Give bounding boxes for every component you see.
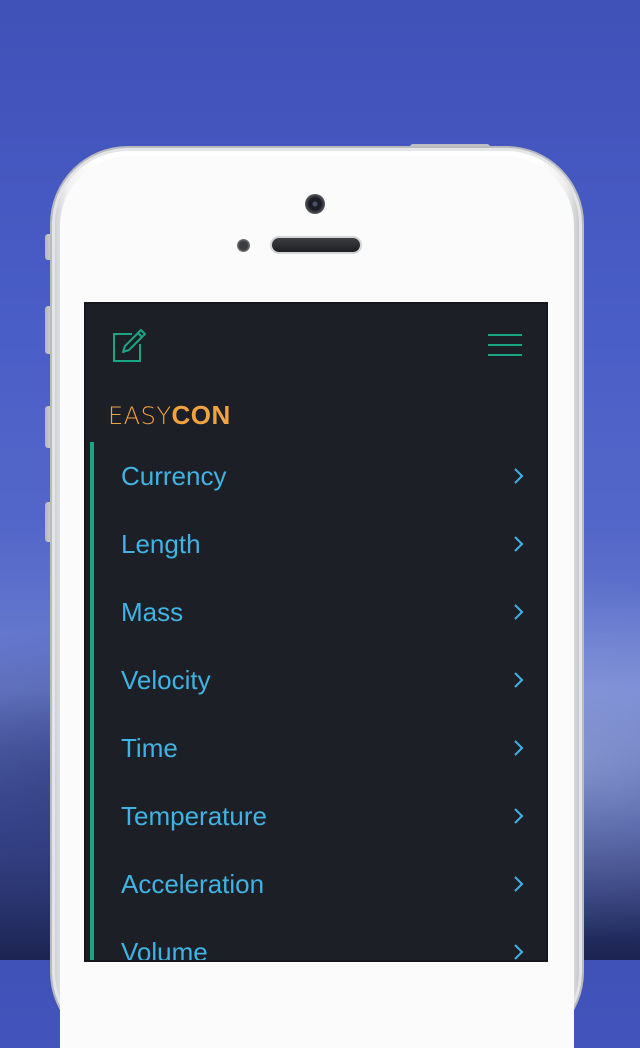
proximity-sensor bbox=[237, 239, 250, 252]
chevron-right-icon bbox=[512, 806, 526, 826]
chevron-right-icon bbox=[512, 738, 526, 758]
list-item-label: Volume bbox=[121, 936, 208, 961]
list-item-length[interactable]: Length bbox=[94, 510, 546, 578]
edit-icon[interactable] bbox=[110, 328, 146, 364]
unit-category-list: Currency Length Mass Velocity Time Tempe… bbox=[94, 442, 546, 960]
list-item-volume[interactable]: Volume bbox=[94, 918, 546, 960]
chevron-right-icon bbox=[512, 874, 526, 894]
list-item-label: Length bbox=[121, 528, 201, 559]
logo-con: CON bbox=[171, 400, 231, 430]
logo-easy: EASY bbox=[108, 402, 172, 430]
list-item-label: Mass bbox=[121, 596, 184, 627]
chevron-right-icon bbox=[512, 534, 526, 554]
list-item-temperature[interactable]: Temperature bbox=[94, 782, 546, 850]
list-item-currency[interactable]: Currency bbox=[94, 442, 546, 510]
list-item-label: Time bbox=[121, 732, 178, 763]
hamburger-menu-icon[interactable] bbox=[487, 333, 523, 359]
list-item-mass[interactable]: Mass bbox=[94, 578, 546, 646]
list-item-label: Velocity bbox=[121, 664, 211, 695]
list-item-time[interactable]: Time bbox=[94, 714, 546, 782]
list-item-acceleration[interactable]: Acceleration bbox=[94, 850, 546, 918]
app-screen: EASYCON Currency Length Mass Velocity Ti… bbox=[86, 304, 546, 960]
earpiece-speaker bbox=[272, 238, 360, 252]
list-item-label: Temperature bbox=[121, 800, 267, 831]
list-item-label: Acceleration bbox=[121, 868, 265, 899]
app-logo: EASYCON bbox=[108, 400, 231, 431]
chevron-right-icon bbox=[512, 942, 526, 960]
chevron-right-icon bbox=[512, 670, 526, 690]
list-item-label: Currency bbox=[121, 460, 227, 491]
chevron-right-icon bbox=[512, 466, 526, 486]
list-item-velocity[interactable]: Velocity bbox=[94, 646, 546, 714]
front-camera bbox=[305, 194, 325, 214]
chevron-right-icon bbox=[512, 602, 526, 622]
